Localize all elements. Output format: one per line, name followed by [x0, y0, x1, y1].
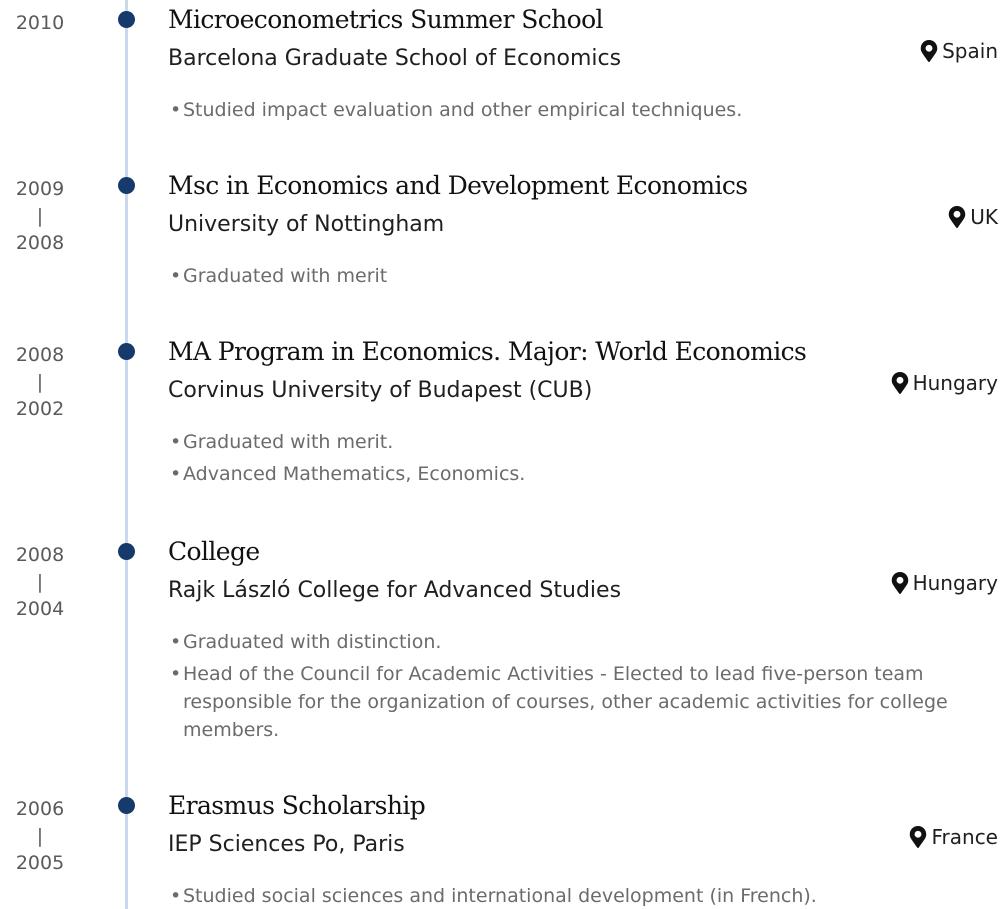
- entry-institution: Corvinus University of Budapest (CUB): [168, 378, 593, 403]
- entry-location: UK: [948, 202, 998, 232]
- year-separator: |: [36, 825, 44, 847]
- entry-institution: University of Nottingham: [168, 212, 445, 237]
- entry-institution: IEP Sciences Po, Paris: [168, 832, 405, 857]
- entry-title: Microeconometrics Summer School: [168, 5, 604, 34]
- entry-years: 2009 | 2008: [0, 176, 80, 257]
- list-item: Studied social sciences and internationa…: [170, 882, 990, 909]
- map-marker-icon: [891, 572, 909, 594]
- entry-location: Spain: [920, 36, 998, 66]
- map-marker-icon: [891, 372, 909, 394]
- map-marker-icon: [948, 206, 966, 228]
- entry-institution: Barcelona Graduate School of Economics: [168, 46, 622, 71]
- year-end: 2008: [15, 544, 65, 566]
- location-label: Spain: [942, 39, 998, 63]
- entry-bullets: Studied impact evaluation and other empi…: [170, 96, 990, 128]
- location-label: UK: [970, 205, 998, 229]
- list-item: Graduated with distinction.: [170, 628, 990, 656]
- entry-title: College: [168, 537, 260, 566]
- year-separator: |: [36, 371, 44, 393]
- map-marker-icon: [920, 40, 938, 62]
- entry-bullets: Studied social sciences and internationa…: [170, 882, 990, 909]
- timeline-dot-icon: [118, 177, 135, 194]
- entry-years: 2008 | 2004: [0, 542, 80, 623]
- entry-title: MA Program in Economics. Major: World Ec…: [168, 337, 807, 366]
- entry-bullets: Graduated with merit. Advanced Mathemati…: [170, 428, 990, 492]
- year-start: 2002: [15, 398, 65, 420]
- year-start: 2004: [15, 598, 65, 620]
- year-end: 2006: [15, 798, 65, 820]
- timeline-dot-icon: [118, 797, 135, 814]
- location-label: France: [931, 825, 998, 849]
- entry-title: Erasmus Scholarship: [168, 791, 426, 820]
- list-item: Advanced Mathematics, Economics.: [170, 460, 990, 488]
- year-start: 2010: [15, 12, 65, 34]
- year-end: 2009: [15, 178, 65, 200]
- timeline-dot-icon: [118, 343, 135, 360]
- list-item: Studied impact evaluation and other empi…: [170, 96, 990, 124]
- map-marker-icon: [909, 826, 927, 848]
- location-label: Hungary: [912, 371, 998, 395]
- year-separator: |: [36, 571, 44, 593]
- entry-bullets: Graduated with merit: [170, 262, 990, 294]
- year-end: 2008: [15, 344, 65, 366]
- location-label: Hungary: [912, 571, 998, 595]
- year-start: 2008: [15, 232, 65, 254]
- timeline-dot-icon: [118, 11, 135, 28]
- entry-institution: Rajk László College for Advanced Studies: [168, 578, 622, 603]
- list-item: Head of the Council for Academic Activit…: [170, 660, 990, 744]
- entry-years: 2008 | 2002: [0, 342, 80, 423]
- entry-bullets: Graduated with distinction. Head of the …: [170, 628, 990, 748]
- year-start: 2005: [15, 852, 65, 874]
- entry-title: Msc in Economics and Development Economi…: [168, 171, 748, 200]
- timeline-line: [125, 0, 128, 909]
- timeline-dot-icon: [118, 543, 135, 560]
- entry-location: Hungary: [891, 368, 998, 398]
- entry-years: 2010: [0, 10, 80, 37]
- list-item: Graduated with merit: [170, 262, 990, 290]
- entry-years: 2006 | 2005: [0, 796, 80, 877]
- entry-location: Hungary: [891, 568, 998, 598]
- entry-location: France: [909, 822, 998, 852]
- year-separator: |: [36, 205, 44, 227]
- list-item: Graduated with merit.: [170, 428, 990, 456]
